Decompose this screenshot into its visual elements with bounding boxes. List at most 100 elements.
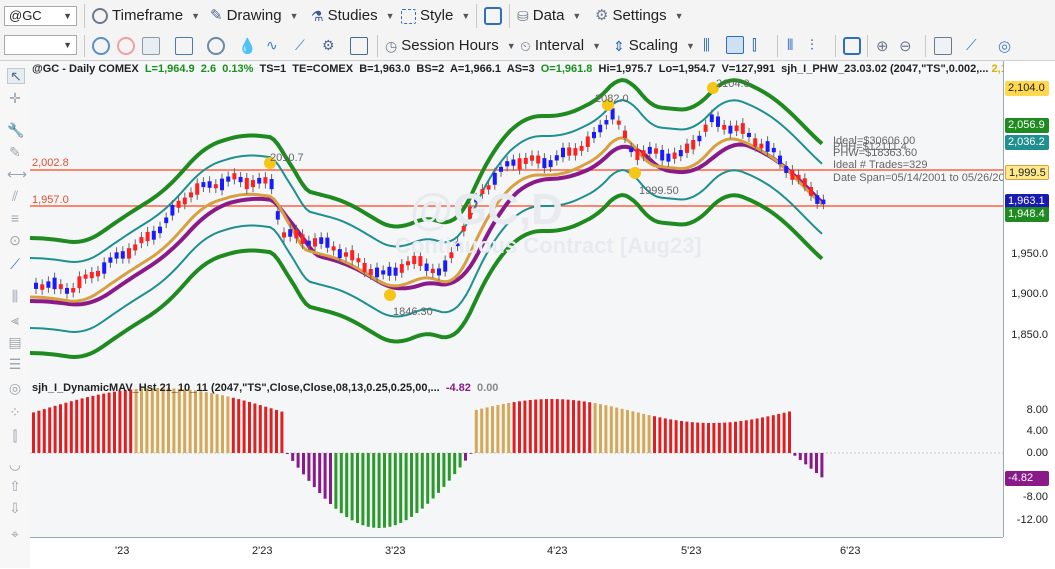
channel-icon[interactable]: ⫽ — [7, 189, 23, 203]
symbol-combo[interactable]: @GC ▼ — [4, 6, 77, 26]
horizontal-line-icon[interactable]: ⟷ — [7, 167, 27, 181]
price-tag-upper-band: 2,056.9 — [1005, 118, 1049, 133]
toolbar-separator — [777, 35, 778, 57]
histogram-bar — [96, 394, 100, 453]
vertical-bars-icon[interactable]: ⫼ — [7, 289, 23, 303]
find-icon[interactable] — [175, 37, 193, 55]
bar-chart-icon[interactable]: ⫼ — [703, 37, 721, 55]
interval-menu[interactable]: ⏲ Interval ▼ — [520, 35, 601, 57]
gear-icon[interactable]: ⚙ — [322, 37, 340, 55]
cycle-icon[interactable]: ⊙ — [7, 233, 23, 247]
fibonacci-icon[interactable]: ⫷ — [7, 313, 23, 327]
layout-icon[interactable] — [484, 7, 502, 25]
histogram-bar — [134, 388, 138, 453]
toolbar-separator — [377, 35, 378, 57]
wave-icon[interactable]: ∿ — [266, 37, 284, 55]
status-ts: TS=1 — [259, 63, 287, 75]
histogram-bar — [107, 392, 111, 453]
hollow-candle-icon[interactable]: ⫿ — [752, 37, 770, 55]
ohlc-icon[interactable]: ⫶ — [810, 37, 828, 55]
toolbar-separator — [84, 4, 85, 28]
refresh-icon[interactable] — [92, 37, 110, 55]
zoom-in-icon[interactable]: ⊕ — [876, 37, 894, 55]
line-chart-icon[interactable]: ⟋ — [966, 37, 984, 55]
candlestick — [678, 150, 683, 157]
studies-label: Studies — [327, 7, 378, 24]
candlestick — [65, 287, 69, 294]
grid-icon[interactable] — [142, 37, 160, 55]
chart-area[interactable]: @GC,D Continuous Contract [Aug23] @GC - … — [30, 61, 1022, 537]
histogram-bar — [782, 412, 786, 453]
histogram-icon[interactable]: ⫿ — [7, 429, 23, 443]
volume-icon[interactable]: ⫴ — [787, 37, 805, 55]
histogram-bar — [793, 453, 797, 456]
histogram-bar — [296, 453, 300, 468]
histogram-bar — [442, 453, 446, 487]
trendline-icon[interactable]: ⟋ — [7, 257, 23, 271]
dots-icon[interactable]: ⁘ — [7, 405, 23, 419]
chart-line-icon[interactable]: ⟋ — [295, 37, 313, 55]
wrench-icon[interactable]: 🔧 — [7, 123, 24, 137]
layout-icon[interactable] — [843, 37, 861, 55]
drop-icon[interactable]: 💧 — [238, 37, 257, 55]
arrow-down-icon[interactable]: ⇩ — [7, 501, 23, 515]
histogram-bar — [766, 416, 770, 453]
candlestick — [765, 141, 770, 152]
table-icon[interactable] — [934, 37, 952, 55]
candlestick — [350, 250, 355, 261]
histogram-bar — [80, 398, 84, 453]
settings-box-icon[interactable] — [350, 37, 368, 55]
text-icon[interactable]: ⌖ — [7, 527, 23, 541]
gann-icon[interactable]: ▤ — [7, 335, 23, 349]
pencil-icon[interactable]: ✎ — [7, 145, 23, 159]
histogram-bar — [734, 421, 737, 453]
histogram-bar — [626, 410, 629, 453]
candlestick — [127, 248, 131, 259]
candlestick — [697, 135, 702, 142]
scaling-menu[interactable]: ⇕ Scaling ▼ — [613, 35, 695, 57]
parallel-icon[interactable]: ≡ — [7, 211, 23, 225]
histogram-bar — [48, 407, 52, 453]
candlestick — [83, 274, 88, 279]
arrow-up-icon[interactable]: ⇧ — [7, 479, 23, 493]
session-hours-menu[interactable]: ◷ Session Hours ▼ — [385, 35, 516, 57]
candlestick — [232, 173, 237, 180]
histogram-bar — [318, 453, 322, 494]
compass-icon[interactable] — [207, 37, 225, 55]
toolbar-separator — [84, 35, 85, 57]
time-axis[interactable]: '23 2'23 3'23 4'23 5'23 6'23 — [30, 537, 1003, 569]
style-menu[interactable]: Style ▼ — [401, 5, 470, 27]
arc-icon[interactable]: ◡ — [7, 457, 23, 471]
histogram-bar — [507, 402, 511, 453]
drawing-menu[interactable]: ✎ Drawing ▼ — [210, 5, 299, 27]
histogram-bar — [744, 420, 748, 453]
crosshair-icon[interactable]: ✛ — [7, 91, 23, 105]
price-chart[interactable] — [30, 61, 1003, 537]
candlestick — [728, 125, 733, 134]
histogram-bar — [820, 453, 824, 478]
circle-icon[interactable]: ◎ — [7, 381, 23, 395]
settings-menu[interactable]: ⚙ Settings ▼ — [595, 5, 684, 27]
small-combo[interactable]: ▼ — [4, 35, 77, 55]
histogram-bar — [717, 422, 721, 453]
upper-line-label: 2,002.8 — [32, 157, 69, 169]
grid-lines-icon[interactable]: ☰ — [7, 357, 23, 371]
symbol-value: @GC — [9, 8, 42, 23]
stop-icon[interactable] — [117, 37, 135, 55]
candlestick — [511, 159, 516, 166]
pointer-icon[interactable]: ↖ — [7, 68, 25, 84]
histogram-bar — [539, 399, 543, 453]
histogram-bar — [188, 389, 192, 453]
timeframe-menu[interactable]: Timeframe ▼ — [92, 5, 200, 27]
candlestick-icon[interactable] — [726, 36, 744, 54]
histogram-bar — [42, 409, 46, 453]
price-tag-ma: 1,999.5 — [1005, 165, 1049, 180]
candlestick — [821, 199, 826, 205]
interval-icon: ⏲ — [520, 38, 531, 54]
web-icon[interactable]: ◎ — [998, 37, 1016, 55]
studies-menu[interactable]: ⚗ Studies ▼ — [311, 5, 395, 27]
data-menu[interactable]: ⛁ Data ▼ — [517, 5, 581, 27]
candlestick — [771, 147, 776, 153]
zoom-out-icon[interactable]: ⊖ — [899, 37, 917, 55]
histogram-bar — [599, 404, 602, 453]
